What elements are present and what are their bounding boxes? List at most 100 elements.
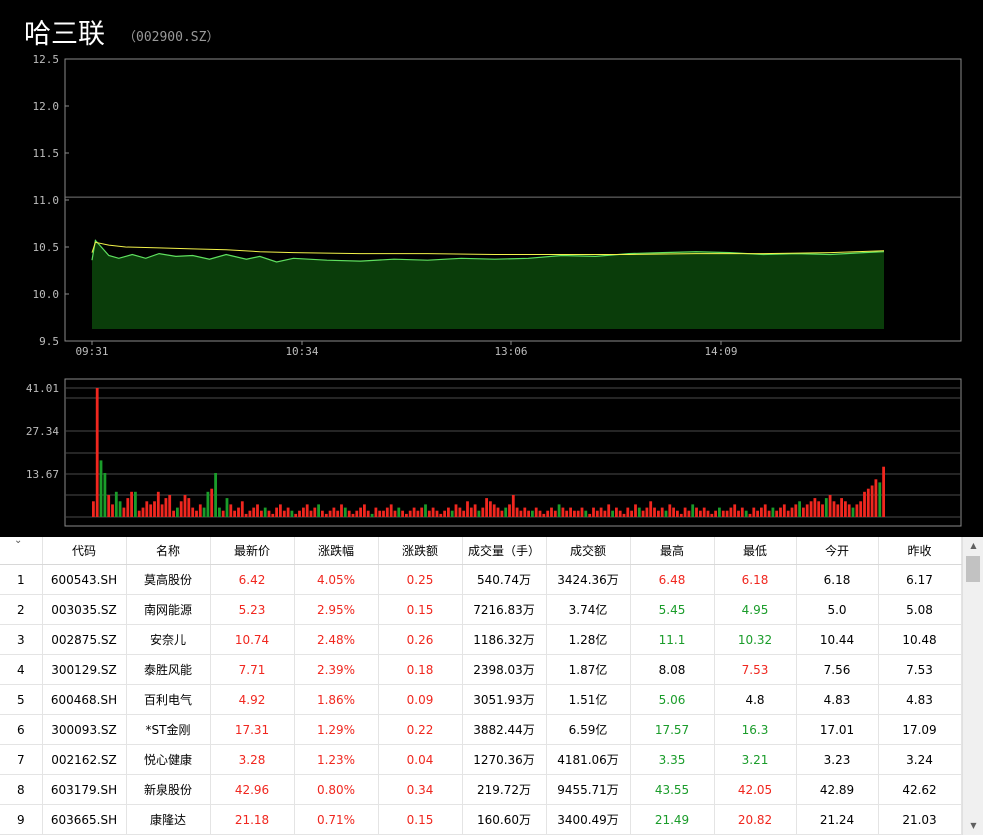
row-index: 7 bbox=[0, 744, 43, 775]
volume-bar bbox=[492, 504, 496, 517]
volume-bar bbox=[118, 501, 122, 517]
low-price-cell: 7.53 bbox=[714, 654, 797, 685]
volume-bar bbox=[103, 473, 107, 517]
stock-name-cell: 新泉股份 bbox=[126, 774, 211, 805]
chevron-down-icon[interactable]: ⌄ bbox=[14, 537, 22, 546]
volume-bar bbox=[435, 510, 439, 517]
volume-cell: 540.74万 bbox=[462, 564, 547, 595]
volume-bar bbox=[851, 507, 855, 517]
table-row[interactable]: 3 002875.SZ 安奈儿 10.74 2.48% 0.26 1186.32万 1.28亿… bbox=[0, 624, 962, 655]
table-row[interactable]: 8 603179.SH 新泉股份 42.96 0.80% 0.34 219.72万 9455.… bbox=[0, 774, 962, 805]
volume-bar bbox=[802, 507, 805, 517]
header-pct[interactable]: 涨跌幅 bbox=[294, 537, 379, 565]
volume-bar bbox=[580, 507, 584, 517]
latest-price-cell: 6.42 bbox=[210, 564, 295, 595]
volume-bar bbox=[343, 507, 347, 517]
table-row[interactable]: 9 603665.SH 康隆达 21.18 0.71% 0.15 160.60万 3400.4… bbox=[0, 804, 962, 835]
volume-bar bbox=[485, 498, 488, 517]
scroll-up-arrow-icon[interactable]: ▲ bbox=[963, 539, 983, 553]
row-index: 5 bbox=[0, 684, 43, 715]
stock-name-cell: 百利电气 bbox=[126, 684, 211, 715]
volume-bar bbox=[267, 510, 271, 517]
volume-bar bbox=[309, 510, 313, 517]
volume-bar bbox=[244, 513, 248, 517]
stock-name-cell: 悦心健康 bbox=[126, 744, 211, 775]
change-amount-cell: 0.22 bbox=[378, 714, 463, 745]
volume-chart[interactable]: 41.01 27.34 13.67 bbox=[10, 0, 972, 537]
change-amount-cell: 0.04 bbox=[378, 744, 463, 775]
header-price[interactable]: 最新价 bbox=[210, 537, 295, 565]
volume-bar bbox=[702, 507, 706, 517]
volume-bar bbox=[592, 507, 595, 517]
amount-cell: 9455.71万 bbox=[546, 774, 631, 805]
volume-bar bbox=[198, 504, 202, 517]
header-low[interactable]: 最低 bbox=[714, 537, 797, 565]
volume-bar bbox=[92, 501, 95, 517]
volume-bar bbox=[844, 501, 847, 517]
stock-code-cell: 603665.SH bbox=[42, 804, 127, 835]
volume-bar bbox=[565, 510, 569, 517]
header-open[interactable]: 今开 bbox=[796, 537, 879, 565]
vertical-scrollbar[interactable]: ▲ ▼ bbox=[962, 537, 983, 835]
volume-bar bbox=[672, 507, 675, 517]
stock-name-cell: 安奈儿 bbox=[126, 624, 211, 655]
stock-name-cell: 泰胜风能 bbox=[126, 654, 211, 685]
latest-price-cell: 7.71 bbox=[210, 654, 295, 685]
header-code[interactable]: 代码 bbox=[42, 537, 127, 565]
scroll-down-arrow-icon[interactable]: ▼ bbox=[963, 819, 983, 833]
volume-bar bbox=[424, 504, 427, 517]
header-volume[interactable]: 成交量（手） bbox=[462, 537, 547, 565]
prev-close-cell: 17.09 bbox=[878, 714, 962, 745]
scroll-thumb[interactable] bbox=[966, 556, 980, 582]
open-price-cell: 6.18 bbox=[796, 564, 879, 595]
volume-bar bbox=[290, 510, 294, 517]
volume-bar bbox=[447, 507, 450, 517]
table-row[interactable]: 4 300129.SZ 泰胜风能 7.71 2.39% 0.18 2398.03万 1.87亿… bbox=[0, 654, 962, 685]
volume-cell: 3882.44万 bbox=[462, 714, 547, 745]
volume-bar bbox=[771, 507, 775, 517]
volume-bar bbox=[817, 501, 821, 517]
row-index: 9 bbox=[0, 804, 43, 835]
table-row[interactable]: 2 003035.SZ 南网能源 5.23 2.95% 0.15 7216.83万 3.74亿… bbox=[0, 594, 962, 625]
volume-bar bbox=[107, 495, 111, 517]
volume-bar bbox=[260, 510, 263, 517]
prev-close-cell: 42.62 bbox=[878, 774, 962, 805]
volume-bar bbox=[786, 510, 790, 517]
volume-bar bbox=[805, 504, 809, 517]
volume-cell: 7216.83万 bbox=[462, 594, 547, 625]
header-name[interactable]: 名称 bbox=[126, 537, 211, 565]
table-row[interactable]: 7 002162.SZ 悦心健康 3.28 1.23% 0.04 1270.36万 4181.… bbox=[0, 744, 962, 775]
high-price-cell: 6.48 bbox=[630, 564, 715, 595]
volume-bar bbox=[145, 501, 149, 517]
table-row[interactable]: 6 300093.SZ *ST金刚 17.31 1.29% 0.22 3882.44万 6.5… bbox=[0, 714, 962, 745]
volume-bar bbox=[114, 491, 118, 517]
volume-bar bbox=[878, 482, 882, 517]
volume-bar bbox=[328, 510, 332, 517]
header-prev[interactable]: 昨收 bbox=[878, 537, 962, 565]
volume-bar bbox=[340, 504, 343, 517]
stock-code-cell: 002875.SZ bbox=[42, 624, 127, 655]
table-row[interactable]: 5 600468.SH 百利电气 4.92 1.86% 0.09 3051.93万 1.51亿… bbox=[0, 684, 962, 715]
open-price-cell: 10.44 bbox=[796, 624, 879, 655]
header-amount[interactable]: 成交额 bbox=[546, 537, 631, 565]
volume-bar bbox=[202, 507, 206, 517]
volume-bar bbox=[637, 507, 641, 517]
change-amount-cell: 0.26 bbox=[378, 624, 463, 655]
table-row[interactable]: 1 600543.SH 莫高股份 6.42 4.05% 0.25 540.74万 3424.3… bbox=[0, 564, 962, 595]
volume-bar bbox=[195, 510, 198, 517]
volume-bar bbox=[847, 504, 851, 517]
stock-list-table-panel: ⌄ 代码 名称 最新价 涨跌幅 涨跌额 成交量（手） 成交额 最高 最低 今开 … bbox=[0, 537, 983, 835]
change-pct-cell: 0.80% bbox=[294, 774, 379, 805]
volume-bar bbox=[538, 510, 542, 517]
header-chg[interactable]: 涨跌额 bbox=[378, 537, 463, 565]
change-amount-cell: 0.25 bbox=[378, 564, 463, 595]
change-pct-cell: 0.71% bbox=[294, 804, 379, 835]
volume-bar bbox=[725, 510, 729, 517]
volume-bar bbox=[427, 510, 431, 517]
volume-bar bbox=[760, 507, 763, 517]
latest-price-cell: 21.18 bbox=[210, 804, 295, 835]
volume-bar bbox=[191, 507, 195, 517]
open-price-cell: 4.83 bbox=[796, 684, 879, 715]
header-high[interactable]: 最高 bbox=[630, 537, 715, 565]
volume-bar bbox=[298, 510, 301, 517]
